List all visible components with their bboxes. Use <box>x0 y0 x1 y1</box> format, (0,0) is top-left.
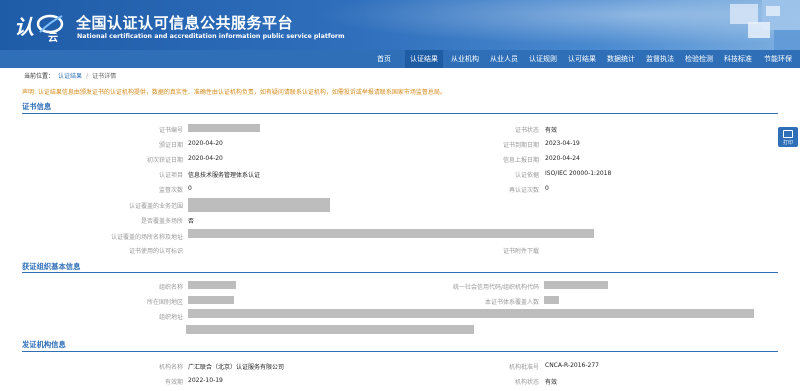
breadcrumb-link-cert-results[interactable]: 认证结果 <box>58 73 82 80</box>
disclaimer-notice: 声明: 认证结果信息由颁发证书的认证机构提供，数据的真实性、准确性由认证机构负责… <box>22 89 446 96</box>
label-credit-code: 统一社会信用代码/组织机构代码 <box>452 284 539 291</box>
nav-testing[interactable]: 检验检测 <box>680 50 718 68</box>
print-button-label: 打印 <box>782 140 793 146</box>
nav-cert-rules[interactable]: 认证规则 <box>524 50 562 68</box>
section-divider <box>22 351 778 352</box>
value-issue-date: 2020-04-20 <box>188 140 223 147</box>
redacted-credit-code <box>544 281 608 289</box>
value-cert-project: 信息技术服务管理体系认证 <box>188 172 261 179</box>
label-org-address: 组织地址 <box>158 314 183 321</box>
label-supervision-count: 监督次数 <box>158 187 183 194</box>
redacted-country-region <box>188 296 234 304</box>
breadcrumb-current: 证书详情 <box>92 73 117 80</box>
redacted-org-name <box>188 281 236 289</box>
breadcrumb: 当前位置： 认证结果 / 证书详情 <box>24 71 116 81</box>
label-site-address: 认证覆盖的场所名称及地址 <box>110 234 183 241</box>
value-expiry-date: 2023-04-19 <box>545 140 580 147</box>
label-first-issue-date: 初次获证日期 <box>146 157 183 164</box>
label-business-scope: 认证覆盖的业务范围 <box>128 203 183 210</box>
print-button[interactable]: 打印 <box>778 127 798 147</box>
value-validity: 2022-10-19 <box>188 377 223 384</box>
label-recert-count: 再认证次数 <box>508 187 539 194</box>
label-cert-number: 证书编号 <box>158 127 183 134</box>
value-first-issue-date: 2020-04-20 <box>188 155 223 162</box>
redacted-cert-number <box>188 124 260 132</box>
site-header: 认 云 全国认证认可信息公共服务平台 National certificatio… <box>0 0 800 50</box>
label-report-date: 信息上报日期 <box>502 157 539 164</box>
section-title-org-info: 获证组织基本信息 <box>22 262 81 271</box>
redacted-covered-persons <box>544 296 559 304</box>
nav-standards[interactable]: 科技标准 <box>719 50 757 68</box>
nav-cert-results[interactable]: 认证结果 <box>405 50 443 68</box>
site-title: 全国认证认可信息公共服务平台 <box>76 14 294 32</box>
nav-statistics[interactable]: 数据统计 <box>602 50 640 68</box>
label-covered-persons: 本证书体系覆盖人数 <box>484 299 539 306</box>
value-multi-site: 否 <box>188 218 195 225</box>
label-country-region: 所在国别地区 <box>146 299 183 306</box>
label-expiry-date: 证书到期日期 <box>502 142 539 149</box>
value-report-date: 2020-04-24 <box>545 155 580 162</box>
value-cert-status: 有效 <box>545 127 558 134</box>
value-approval-number: CNCA-R-2016-277 <box>545 362 599 369</box>
nav-home[interactable]: 首页 <box>370 50 398 68</box>
label-cert-status: 证书状态 <box>514 127 539 134</box>
redacted-business-scope <box>188 198 330 212</box>
printer-icon <box>783 130 793 138</box>
nav-energy[interactable]: 节能环保 <box>758 50 798 68</box>
label-issuer-status: 机构状态 <box>514 379 539 386</box>
nav-personnel[interactable]: 从业人员 <box>485 50 523 68</box>
svg-text:云: 云 <box>48 32 58 44</box>
label-issuer-name: 机构名称 <box>158 364 183 371</box>
value-cert-basis: ISO/IEC 20000-1:2018 <box>545 170 612 177</box>
value-supervision-count: 0 <box>188 185 192 192</box>
redacted-site-address <box>188 229 594 238</box>
label-cert-project: 认证项目 <box>158 172 183 179</box>
site-subtitle: National certification and accreditation… <box>77 33 345 40</box>
redacted-org-address <box>188 309 754 318</box>
svg-text:认: 认 <box>14 15 34 39</box>
nav-supervision[interactable]: 监督执法 <box>641 50 679 68</box>
label-multi-site: 是否覆盖多场所 <box>140 218 183 225</box>
section-divider <box>22 113 778 114</box>
label-cert-basis: 认证依据 <box>514 172 539 179</box>
section-divider <box>22 272 778 273</box>
redacted-org-address-line2 <box>186 325 474 334</box>
nav-accred-results[interactable]: 认可结果 <box>563 50 601 68</box>
label-org-name: 组织名称 <box>158 284 183 291</box>
main-nav: 首页 认证结果 从业机构 从业人员 认证规则 认可结果 数据统计 监督执法 检验… <box>0 50 800 68</box>
label-accreditation-mark: 证书使用的认可标识 <box>128 248 183 255</box>
label-approval-number: 机构批准号 <box>508 364 539 371</box>
value-issuer-status: 有效 <box>545 379 558 386</box>
label-attachment-download[interactable]: 证书附件下载 <box>420 246 539 255</box>
nav-institutions[interactable]: 从业机构 <box>446 50 484 68</box>
site-logo-icon[interactable]: 认 云 <box>12 8 72 44</box>
value-recert-count: 0 <box>545 185 549 192</box>
section-title-cert-info: 证书信息 <box>22 102 52 111</box>
section-title-issuer-info: 发证机构信息 <box>22 340 66 349</box>
header-decoration <box>730 0 800 50</box>
value-issuer-name: 广汇联合（北京）认证服务有限公司 <box>188 364 285 371</box>
label-validity: 有效期 <box>164 379 183 386</box>
breadcrumb-prefix: 当前位置： <box>24 73 55 80</box>
label-issue-date: 颁证日期 <box>158 142 183 149</box>
breadcrumb-separator: / <box>86 73 89 80</box>
